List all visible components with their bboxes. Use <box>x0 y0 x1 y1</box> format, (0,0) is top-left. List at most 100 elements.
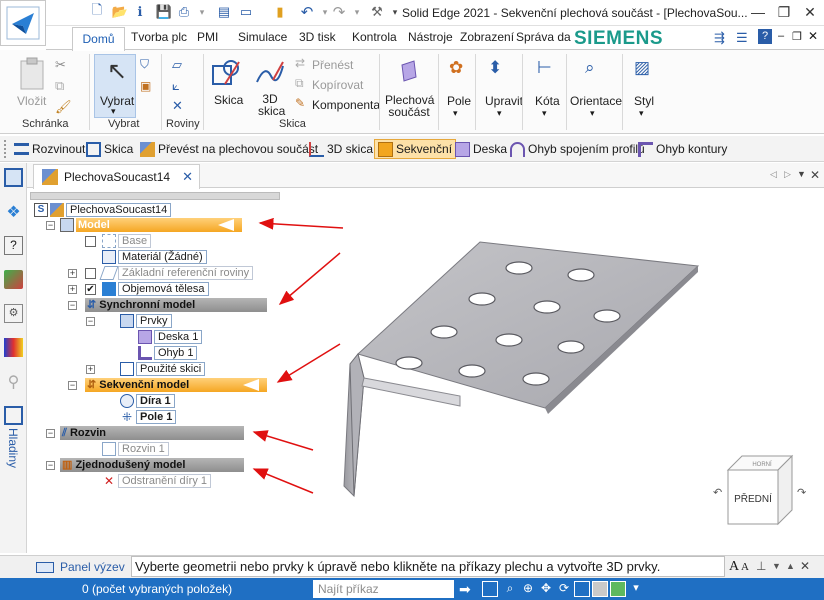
tree-hole[interactable]: Díra 1 <box>120 394 175 408</box>
select-dropdown-icon[interactable]: ▾ <box>111 106 116 117</box>
prompt-up-icon[interactable]: ▲ <box>786 561 795 571</box>
modify-icon[interactable]: ⬍ <box>488 58 502 78</box>
library-icon[interactable]: ❖ <box>4 202 23 221</box>
redo-dropdown-icon[interactable]: ▾ <box>348 3 366 21</box>
tab-sheet-metal[interactable]: Tvorba plc <box>131 30 187 44</box>
sketch-3d-icon[interactable] <box>254 57 286 89</box>
window-icon[interactable]: ▭ <box>237 3 255 21</box>
help-icon[interactable]: ? <box>758 29 772 44</box>
tree-collapse-model[interactable]: − <box>46 221 55 230</box>
cut-icon[interactable]: ✂ <box>55 57 66 73</box>
tree-bend[interactable]: Ohyb 1 <box>138 346 198 360</box>
tab-tools[interactable]: Nástroje <box>408 30 453 44</box>
tree-collapse-features[interactable]: − <box>86 317 95 326</box>
redo-icon[interactable]: ↷ <box>330 3 348 21</box>
ribbon-close-button[interactable]: ✕ <box>808 29 818 43</box>
tree-model[interactable]: Model <box>60 218 242 232</box>
tab-home[interactable]: Domů <box>72 27 125 51</box>
cmd-sketch[interactable]: Skica <box>86 140 133 158</box>
tree-expand-ref-planes[interactable]: + <box>68 269 77 278</box>
tab-inspect[interactable]: Kontrola <box>352 30 397 44</box>
tab-view[interactable]: Zobrazení <box>460 30 514 44</box>
orientation-dropdown-icon[interactable]: ▾ <box>590 108 595 119</box>
paste-icon[interactable] <box>17 56 47 92</box>
help-panel-icon[interactable]: ? <box>4 236 23 255</box>
tree-collapse-seq[interactable]: − <box>68 381 77 390</box>
shaded-edges-icon[interactable] <box>610 581 626 597</box>
prompt-close-icon[interactable]: ✕ <box>800 559 810 573</box>
analysis-icon[interactable] <box>4 270 23 289</box>
open-file-icon[interactable]: 📂 <box>111 3 129 21</box>
pattern-button[interactable]: Pole <box>447 94 471 108</box>
coordinate-system-icon[interactable]: ⟀ <box>172 78 180 94</box>
style-dropdown-icon[interactable]: ▾ <box>639 108 644 119</box>
tab-data-management[interactable]: Správa da <box>516 30 571 44</box>
tree-collapse-simplified[interactable]: − <box>46 461 55 470</box>
sketch-button[interactable]: Skica <box>214 93 243 107</box>
save-icon[interactable]: 💾 <box>155 3 173 21</box>
tree-scroll-handle[interactable] <box>30 192 280 200</box>
transfer-button[interactable]: Přenést <box>312 58 353 72</box>
restore-button[interactable]: ❐ <box>771 2 797 22</box>
prompt-menu-icon[interactable]: ▼ <box>772 561 781 571</box>
tree-flat1[interactable]: Rozvin 1 <box>102 442 169 456</box>
rotate-icon[interactable]: ⟳ <box>556 581 572 597</box>
cmd-sequential[interactable]: Sekvenční <box>374 139 457 159</box>
go-arrow-icon[interactable]: ➡ <box>459 581 475 597</box>
customize-icon[interactable]: ⚒ <box>368 3 386 21</box>
layers-tab-label[interactable]: Hladiny <box>6 428 20 472</box>
cmd-plate[interactable]: Deska <box>455 140 507 158</box>
cmd-lofted-flange[interactable]: Ohyb spojením profilů <box>510 140 645 158</box>
pin-icon[interactable]: ⊥ <box>756 559 766 573</box>
info-icon[interactable]: ℹ <box>131 3 149 21</box>
modify-dropdown-icon[interactable]: ▾ <box>497 108 502 119</box>
orientation-icon[interactable]: ⌕ <box>585 58 595 78</box>
tree-used-sketches[interactable]: Použité skici <box>120 362 206 376</box>
close-tab-icon[interactable]: ✕ <box>182 169 193 185</box>
zoom-icon[interactable]: ⊕ <box>520 581 536 597</box>
properties-icon[interactable]: ▤ <box>215 3 233 21</box>
close-window-button[interactable]: ✕ <box>797 2 823 22</box>
clipboard-icon[interactable]: ▮ <box>271 3 289 21</box>
tree-flat[interactable]: ⫽ Rozvin <box>60 426 244 440</box>
close-document-icon[interactable]: ✕ <box>810 168 820 182</box>
document-tab[interactable]: PlechovaSoucast14 ✕ <box>33 164 200 189</box>
tree-base[interactable]: Base <box>102 234 152 248</box>
tree-expand-used-sketches[interactable]: + <box>86 365 95 374</box>
fit-view-icon[interactable] <box>482 581 498 597</box>
align-icon[interactable]: ⇶ <box>714 30 725 46</box>
tree-remove-holes[interactable]: ✕ Odstranění díry 1 <box>102 474 211 488</box>
application-menu-button[interactable] <box>0 0 46 46</box>
select-tools-icon[interactable]: ▣ <box>140 79 151 93</box>
view-orientation-icon[interactable] <box>574 581 590 597</box>
sheet-metal-part-view[interactable] <box>320 236 705 501</box>
zoom-area-icon[interactable]: ⌕ <box>502 581 518 597</box>
ribbon-restore-button[interactable]: ❐ <box>792 30 802 43</box>
prompt-panel-label[interactable]: Panel výzev <box>60 560 125 574</box>
tab-pmi[interactable]: PMI <box>197 30 218 44</box>
dropdown-arrow-icon-2[interactable]: ▾ <box>193 3 211 21</box>
find-command-input[interactable]: Najít příkaz <box>313 580 454 598</box>
ref-planes-checkbox[interactable] <box>85 268 96 279</box>
tree-ref-planes[interactable]: Základní referenční roviny <box>99 266 254 280</box>
increase-font-icon[interactable]: A <box>729 559 739 575</box>
ribbon-minimize-button[interactable]: – <box>778 30 784 42</box>
component-icon[interactable]: ✎ <box>295 96 305 110</box>
decrease-font-icon[interactable]: A <box>741 561 749 573</box>
tree-bodies[interactable]: Objemová tělesa <box>102 282 209 296</box>
orientation-button[interactable]: Orientace <box>570 94 622 108</box>
new-file-icon[interactable]: 🗋 <box>88 2 106 21</box>
paste-button[interactable]: Vložit <box>17 94 46 108</box>
pan-icon[interactable]: ✥ <box>538 581 554 597</box>
tree-plate[interactable]: Deska 1 <box>138 330 203 344</box>
copy-sketch-icon[interactable]: ⧉ <box>295 76 304 91</box>
copy-icon[interactable]: ⧉ <box>55 78 64 94</box>
modify-button[interactable]: Upravit <box>485 94 523 108</box>
cmd-unfold[interactable]: Rozvinout <box>14 140 85 158</box>
pathfinder-tab-icon[interactable] <box>4 168 23 187</box>
tab-list-icon[interactable]: ▼ <box>797 169 806 179</box>
bodies-checkbox[interactable]: ✔ <box>85 284 96 295</box>
cmd-contour-flange[interactable]: Ohyb kontury <box>638 140 727 158</box>
sheet-part-icon[interactable] <box>397 58 421 84</box>
dimension-dropdown-icon[interactable]: ▾ <box>542 108 547 119</box>
